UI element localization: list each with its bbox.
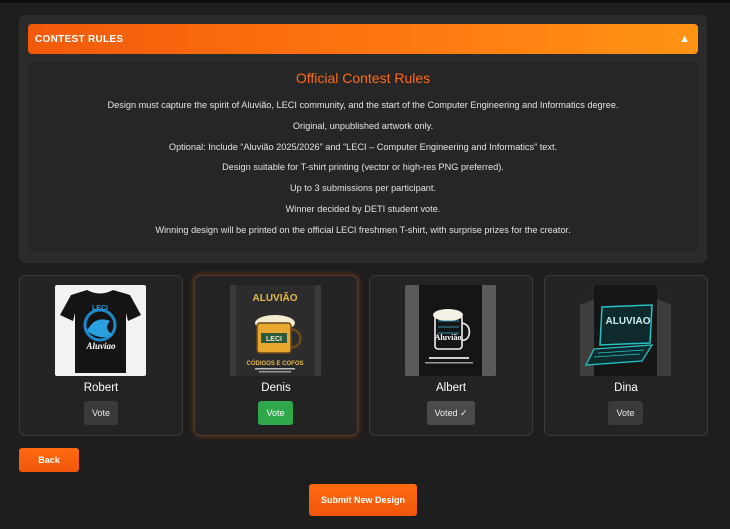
design-card-robert[interactable]: LECI Aluviao Robert Vote (19, 275, 183, 436)
designer-name: Denis (261, 382, 291, 394)
design-image[interactable]: ALUVIÃO LECI CÓDIGOS E COFOS (230, 285, 321, 376)
collapse-arrow-icon[interactable]: ▲ (679, 33, 690, 45)
tshirt-image: ALUVIAO (580, 285, 671, 376)
vote-button-robert[interactable]: Vote (84, 401, 118, 425)
design-image[interactable]: ALUVIAO (580, 285, 671, 376)
rule-item: Design suitable for T-shirt printing (ve… (222, 162, 504, 173)
designer-name: Dina (614, 382, 638, 394)
tshirt-image: ALUVIÃO LECI CÓDIGOS E COFOS (230, 285, 321, 376)
top-edge (0, 0, 730, 3)
submit-new-design-button[interactable]: Submit New Design (309, 484, 417, 516)
designer-name: Robert (83, 382, 119, 394)
design-gallery: LECI Aluviao Robert Vote ALUVIÃO LECI CÓ… (19, 275, 708, 436)
shirt-text-aluviao: ALUVIAO (606, 316, 651, 327)
rule-item: Winning design will be printed on the of… (155, 224, 571, 235)
contest-rules-panel: CONTEST RULES ▲ Official Contest Rules D… (19, 15, 707, 263)
rule-item: Winner decided by DETI student vote. (285, 203, 441, 214)
vote-button-dina[interactable]: Vote (608, 401, 643, 425)
tshirt-image: Aluvião (405, 285, 496, 376)
contest-rules-header-label: CONTEST RULES (35, 33, 124, 45)
designer-name: Albert (435, 382, 467, 394)
shirt-text-leci: LECI (266, 336, 282, 343)
shirt-text-leci: LECI (92, 305, 108, 312)
rule-item: Original, unpublished artwork only. (292, 120, 434, 131)
shirt-text-aluviao: Aluvião (435, 333, 462, 342)
rule-item: Optional: Include “Aluvião 2025/2026” an… (168, 141, 558, 152)
design-image[interactable]: LECI Aluviao (55, 285, 146, 376)
back-button[interactable]: Back (19, 448, 79, 472)
tshirt-image: LECI Aluviao (55, 285, 146, 376)
design-card-albert[interactable]: Aluvião Albert Voted ✓ (369, 275, 533, 436)
vote-button-albert[interactable]: Voted ✓ (427, 401, 475, 425)
rule-item: Design must capture the spirit of Aluviã… (107, 100, 619, 110)
design-card-denis[interactable]: ALUVIÃO LECI CÓDIGOS E COFOS Denis Vote (194, 275, 358, 436)
design-image[interactable]: Aluvião (405, 285, 496, 376)
rules-list: Design must capture the spirit of Aluviã… (28, 95, 698, 241)
rule-item: Up to 3 submissions per participant. (289, 183, 437, 194)
shirt-text-slogan: CÓDIGOS E COFOS (246, 359, 303, 367)
design-card-dina[interactable]: ALUVIAO Dina Vote (544, 275, 708, 436)
vote-button-denis[interactable]: Vote (258, 401, 293, 425)
shirt-text-aluviao: ALUVIÃO (253, 291, 298, 304)
shirt-text-aluviao: Aluviao (85, 341, 116, 351)
contest-rules-toggle[interactable]: CONTEST RULES ▲ (28, 24, 698, 54)
rules-title: Official Contest Rules (295, 70, 431, 86)
contest-rules-body: Official Contest Rules Design must captu… (28, 62, 698, 252)
